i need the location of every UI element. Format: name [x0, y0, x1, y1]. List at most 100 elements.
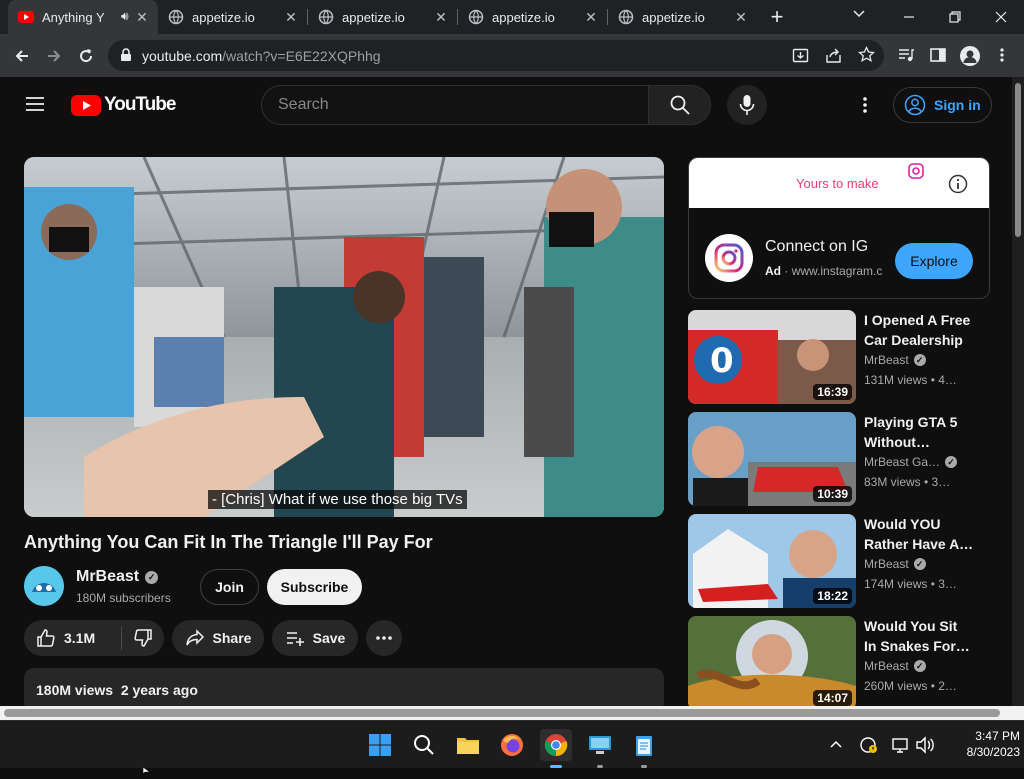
video-title[interactable]: Would You Sit In Snakes For…	[864, 616, 976, 656]
globe-icon	[168, 9, 184, 25]
youtube-logo[interactable]: YouTube	[71, 94, 176, 116]
channel-name[interactable]: MrBeast Ga… ✓	[864, 455, 958, 469]
tab-appetize-1[interactable]: appetize.io ✕	[158, 0, 307, 34]
channel-avatar[interactable]	[24, 566, 64, 606]
dislike-button[interactable]	[122, 620, 164, 656]
firefox-icon[interactable]	[496, 729, 528, 761]
forward-arrow-icon[interactable]	[41, 43, 67, 69]
profile-icon[interactable]	[960, 46, 980, 66]
verified-badge-icon: ✓	[945, 456, 958, 468]
browser-menu-icon[interactable]	[995, 46, 1009, 69]
clock-date: 8/30/2023	[966, 745, 1020, 759]
tab-youtube[interactable]: Anything Yo 🔊︎ ✕	[8, 0, 158, 34]
close-tab-icon[interactable]: ✕	[433, 9, 449, 25]
microphone-icon	[739, 95, 755, 115]
side-panel-icon[interactable]	[929, 46, 947, 69]
tab-appetize-4[interactable]: appetize.io ✕	[608, 0, 757, 34]
volume-icon[interactable]	[915, 736, 935, 759]
share-button[interactable]: Share	[172, 620, 264, 656]
notepad-icon[interactable]	[628, 729, 660, 768]
video-thumbnail[interactable]: 10:39	[688, 412, 856, 506]
video-title[interactable]: Would YOU Rather Have A…	[864, 514, 976, 554]
lock-icon[interactable]	[120, 48, 132, 67]
subscribe-label: Subscribe	[280, 579, 349, 595]
vertical-scrollbar[interactable]	[1012, 77, 1024, 706]
restore-window-icon[interactable]	[946, 8, 964, 26]
sign-in-button[interactable]: Sign in	[893, 87, 992, 123]
voice-search-button[interactable]	[727, 85, 767, 125]
verified-badge-icon: ✓	[913, 354, 926, 366]
back-arrow-icon[interactable]	[9, 43, 35, 69]
video-title[interactable]: I Opened A Free Car Dealership	[864, 310, 976, 350]
explore-label: Explore	[910, 253, 958, 269]
address-bar[interactable]: youtube.com/watch?v=E6E22XQPhhg	[108, 40, 884, 71]
tab-title: appetize.io	[342, 9, 405, 25]
share-page-icon[interactable]	[825, 47, 842, 69]
update-warning-icon[interactable]	[860, 736, 878, 759]
remote-desktop-icon[interactable]	[584, 729, 616, 768]
ad-domain: www.instagram.c	[791, 264, 883, 278]
recommended-video[interactable]: 18:22 Would YOU Rather Have A… MrBeast ✓ 1…	[688, 514, 988, 608]
subscribe-button[interactable]: Subscribe	[267, 569, 362, 605]
video-thumbnail[interactable]: 14:07	[688, 616, 856, 710]
channel-name[interactable]: MrBeast	[76, 568, 139, 586]
chrome-icon[interactable]	[540, 729, 572, 768]
close-tab-icon[interactable]: ✕	[733, 9, 749, 25]
hamburger-menu-icon[interactable]	[24, 95, 46, 118]
close-window-icon[interactable]	[992, 8, 1010, 26]
tab-title: Anything Yo	[42, 9, 104, 25]
channel-name[interactable]: MrBeast ✓	[864, 659, 926, 673]
minimize-window-icon[interactable]	[900, 8, 918, 26]
join-button[interactable]: Join	[200, 569, 259, 605]
close-tab-icon[interactable]: ✕	[583, 9, 599, 25]
video-thumbnail[interactable]: 18:22	[688, 514, 856, 608]
close-tab-icon[interactable]: ✕	[283, 9, 299, 25]
like-button[interactable]: 3.1M	[24, 620, 121, 656]
reload-icon[interactable]	[73, 43, 99, 69]
save-button[interactable]: Save	[272, 620, 358, 656]
recommended-video[interactable]: 10:39 Playing GTA 5 Without… MrBeast Ga… ✓…	[688, 412, 988, 506]
search-button[interactable]	[648, 85, 711, 125]
ad-info-icon[interactable]	[948, 174, 968, 199]
horizontal-scroll-thumb[interactable]	[4, 709, 1000, 717]
globe-icon	[318, 9, 334, 25]
channel-name[interactable]: MrBeast ✓	[864, 353, 926, 367]
video-player[interactable]	[24, 157, 664, 517]
like-count: 3.1M	[64, 630, 96, 646]
vertical-scroll-thumb[interactable]	[1015, 83, 1021, 237]
thumbs-down-icon	[134, 629, 152, 647]
ad-label: Ad	[765, 264, 781, 278]
media-control-icon[interactable]	[897, 46, 915, 69]
recommended-video[interactable]: 0 16:39 I Opened A Free Car Dealership Mr…	[688, 310, 988, 404]
tab-appetize-3[interactable]: appetize.io ✕	[458, 0, 607, 34]
instagram-ad[interactable]: Yours to make Connect on IG Ad · www.ins…	[688, 157, 990, 299]
close-tab-icon[interactable]: ✕	[134, 9, 150, 25]
video-thumbnail[interactable]: 0 16:39	[688, 310, 856, 404]
channel-name[interactable]: MrBeast ✓	[864, 557, 926, 571]
bookmark-star-icon[interactable]	[857, 45, 876, 68]
explore-button[interactable]: Explore	[895, 243, 973, 279]
clock-area[interactable]: 3:47 PM 8/30/2023	[944, 728, 1020, 760]
settings-more-icon[interactable]	[858, 95, 872, 120]
tab-appetize-2[interactable]: appetize.io ✕	[308, 0, 457, 34]
ad-banner[interactable]: Yours to make	[689, 158, 989, 208]
audio-playing-icon[interactable]: 🔊︎	[121, 9, 129, 24]
recommended-video[interactable]: 14:07 Would You Sit In Snakes For… MrBeas…	[688, 616, 988, 710]
ad-meta: Ad · www.instagram.c	[765, 264, 883, 278]
tab-title: appetize.io	[192, 9, 255, 25]
windows-start-icon[interactable]	[364, 729, 396, 761]
network-icon[interactable]	[891, 736, 909, 759]
new-tab-icon[interactable]: +	[766, 4, 788, 30]
search-input[interactable]: Search	[261, 85, 649, 125]
url-host: youtube.com	[142, 48, 223, 64]
sign-in-label: Sign in	[934, 97, 981, 113]
taskbar-search-icon[interactable]	[408, 729, 440, 761]
install-app-icon[interactable]	[792, 47, 809, 69]
more-actions-button[interactable]	[366, 620, 402, 656]
tab-search-chevron-icon[interactable]	[852, 6, 866, 25]
horizontal-scrollbar[interactable]	[0, 706, 1024, 720]
video-title[interactable]: Playing GTA 5 Without…	[864, 412, 976, 452]
verified-badge-icon: ✓	[913, 558, 926, 570]
show-hidden-icons-chevron-icon[interactable]	[829, 737, 843, 756]
file-explorer-icon[interactable]	[452, 729, 484, 761]
